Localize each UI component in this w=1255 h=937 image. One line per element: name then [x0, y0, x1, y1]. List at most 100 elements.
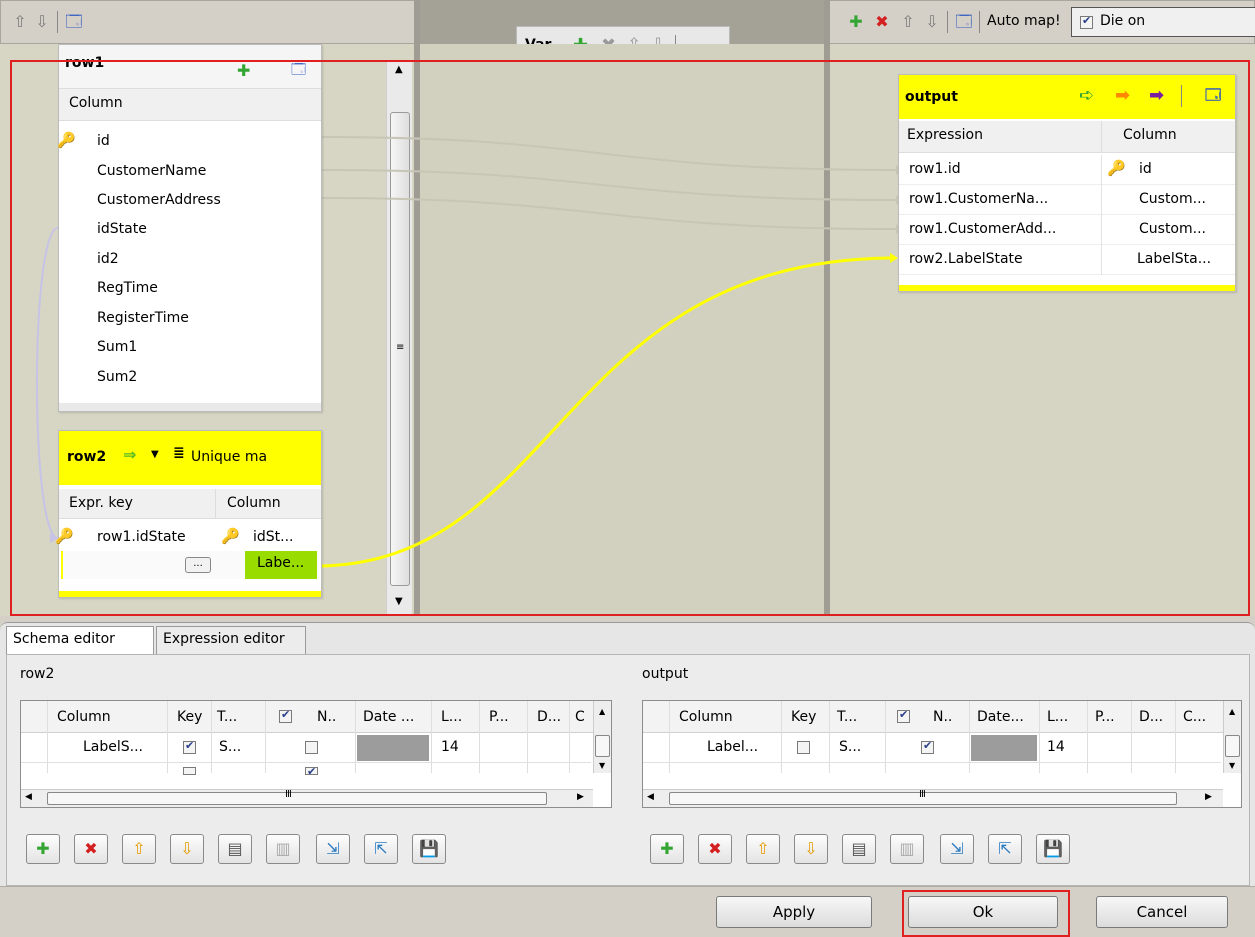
move-down-button[interactable]: ⇩: [170, 834, 204, 864]
output-row[interactable]: row1.id 🔑 id: [899, 155, 1235, 185]
orange-arrow-icon[interactable]: ➡: [1115, 85, 1130, 106]
header-column[interactable]: Column: [57, 709, 111, 725]
header-default[interactable]: D...: [537, 709, 561, 725]
scroll-up-icon[interactable]: ▲: [1229, 707, 1235, 716]
header-comment[interactable]: C...: [1183, 709, 1206, 725]
header-nullable[interactable]: N..: [317, 709, 336, 725]
cell-date-pattern[interactable]: [357, 735, 429, 761]
output-expr[interactable]: row2.LabelState: [909, 251, 1023, 267]
row1-column-name[interactable]: CustomerName: [97, 163, 206, 179]
add-output-icon[interactable]: ➪: [1079, 85, 1094, 106]
paste-button[interactable]: ▥: [266, 834, 300, 864]
header-comment[interactable]: C: [575, 709, 585, 725]
cell-length[interactable]: 14: [1047, 739, 1065, 755]
dropdown-icon[interactable]: ▼: [151, 449, 159, 460]
output-col[interactable]: LabelSta...: [1137, 251, 1211, 267]
output-expr[interactable]: row1.CustomerAdd...: [909, 221, 1056, 237]
scrollbar-thumb[interactable]: [1225, 735, 1240, 757]
row2-expr[interactable]: row1.idState: [97, 529, 186, 545]
header-key[interactable]: Key: [177, 709, 202, 725]
output-row[interactable]: row2.LabelState LabelSta...: [899, 245, 1235, 275]
header-nullable[interactable]: N..: [933, 709, 952, 725]
header-column[interactable]: Column: [679, 709, 733, 725]
import-button[interactable]: ⇲: [940, 834, 974, 864]
row1-column-name[interactable]: id: [97, 133, 110, 149]
row2-labelstate-cell[interactable]: Labe...: [245, 551, 317, 579]
new-row-key-checkbox[interactable]: [183, 767, 196, 775]
header-type[interactable]: T...: [837, 709, 857, 725]
output-expr[interactable]: row1.CustomerNa...: [909, 191, 1048, 207]
window-icon[interactable]: 🗔: [291, 59, 306, 83]
header-precision[interactable]: P...: [489, 709, 509, 725]
row1-column-name[interactable]: id2: [97, 251, 119, 267]
match-mode-label[interactable]: Unique ma: [191, 449, 267, 465]
cell-type[interactable]: S...: [839, 739, 861, 755]
header-date[interactable]: Date ...: [363, 709, 414, 725]
ok-button[interactable]: Ok: [908, 896, 1058, 928]
apply-button[interactable]: Apply: [716, 896, 872, 928]
export-button[interactable]: ⇱: [364, 834, 398, 864]
right-arrow-icon[interactable]: ⇒: [123, 445, 136, 464]
scroll-down-icon[interactable]: ▼: [599, 761, 605, 770]
expression-builder-button[interactable]: ...: [185, 557, 211, 573]
header-nullable-checkbox[interactable]: [897, 708, 910, 723]
scroll-left-icon[interactable]: ◀: [647, 792, 654, 802]
header-default[interactable]: D...: [1139, 709, 1163, 725]
header-key[interactable]: Key: [791, 709, 816, 725]
copy-button[interactable]: ▤: [842, 834, 876, 864]
scrollbar-thumb[interactable]: [47, 792, 547, 805]
horizontal-scrollbar[interactable]: ◀ Ⅲ ▶: [21, 789, 593, 807]
row1-column-name[interactable]: Sum2: [97, 369, 137, 385]
cell-column[interactable]: LabelS...: [83, 739, 143, 755]
paste-button[interactable]: ▥: [890, 834, 924, 864]
header-precision[interactable]: P...: [1095, 709, 1115, 725]
purple-arrow-icon[interactable]: ➡: [1149, 85, 1164, 106]
cell-date-pattern[interactable]: [971, 735, 1037, 761]
cell-nullable-checkbox[interactable]: [305, 741, 318, 754]
vertical-scrollbar[interactable]: ▲ ▼: [1223, 701, 1241, 773]
output-col[interactable]: id: [1139, 161, 1152, 177]
cancel-button[interactable]: Cancel: [1096, 896, 1228, 928]
table-row[interactable]: LabelS... S... 14: [21, 733, 591, 763]
scrollbar-thumb[interactable]: [595, 735, 610, 757]
window-icon[interactable]: 🗔: [1205, 85, 1221, 110]
output-expr[interactable]: row1.id: [909, 161, 961, 177]
scroll-right-icon[interactable]: ▶: [577, 792, 584, 802]
table-row[interactable]: Label... S... 14: [643, 733, 1221, 763]
import-button[interactable]: ⇲: [316, 834, 350, 864]
tab-expression-editor[interactable]: Expression editor: [156, 626, 306, 654]
cell-key-checkbox[interactable]: [797, 741, 810, 754]
row1-column-name[interactable]: RegTime: [97, 280, 158, 296]
scroll-right-icon[interactable]: ▶: [1205, 792, 1212, 802]
cell-nullable-checkbox[interactable]: [921, 739, 934, 754]
move-up-button[interactable]: ⇧: [122, 834, 156, 864]
save-button[interactable]: 💾: [412, 834, 446, 864]
header-type[interactable]: T...: [217, 709, 237, 725]
new-row-nullable-checkbox[interactable]: [305, 765, 318, 778]
header-length[interactable]: L...: [1047, 709, 1068, 725]
vertical-scrollbar[interactable]: ▲ ▼: [593, 701, 611, 773]
header-date[interactable]: Date...: [977, 709, 1024, 725]
add-row-button[interactable]: ✚: [26, 834, 60, 864]
header-nullable-checkbox[interactable]: [279, 708, 292, 723]
output-col[interactable]: Custom...: [1139, 221, 1206, 237]
scroll-up-icon[interactable]: ▲: [599, 707, 605, 716]
row1-column-name[interactable]: Sum1: [97, 339, 137, 355]
output-row[interactable]: row1.CustomerAdd... Custom...: [899, 215, 1235, 245]
delete-row-button[interactable]: ✖: [74, 834, 108, 864]
move-down-button[interactable]: ⇩: [794, 834, 828, 864]
save-button[interactable]: 💾: [1036, 834, 1070, 864]
add-filter-icon[interactable]: ✚: [237, 61, 250, 80]
add-row-button[interactable]: ✚: [650, 834, 684, 864]
output-row[interactable]: row1.CustomerNa... Custom...: [899, 185, 1235, 215]
move-up-button[interactable]: ⇧: [746, 834, 780, 864]
tab-schema-editor[interactable]: Schema editor: [6, 626, 154, 654]
scroll-left-icon[interactable]: ◀: [25, 792, 32, 802]
horizontal-scrollbar[interactable]: ◀ Ⅲ ▶: [643, 789, 1223, 807]
row1-column-name[interactable]: CustomerAddress: [97, 192, 221, 208]
cell-column[interactable]: Label...: [707, 739, 758, 755]
header-length[interactable]: L...: [441, 709, 462, 725]
row1-column-name[interactable]: RegisterTime: [97, 310, 189, 326]
row2-col[interactable]: idSt...: [253, 529, 294, 545]
delete-row-button[interactable]: ✖: [698, 834, 732, 864]
